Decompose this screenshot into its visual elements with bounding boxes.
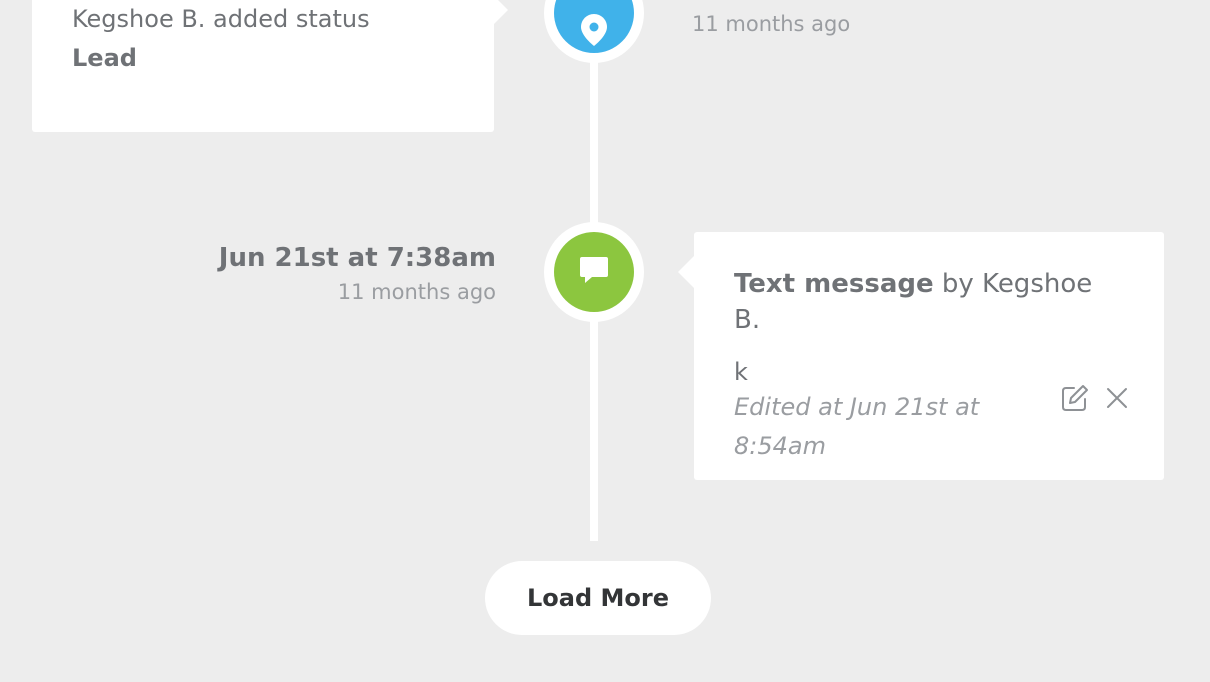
sms-event-edited: Edited at Jun 21st at 8:54am	[734, 393, 980, 460]
sms-event-meta: Jun 21st at 7:38am 11 months ago	[219, 238, 496, 306]
sms-event-marker-circle	[554, 232, 634, 312]
status-event-meta: 11 months ago	[692, 10, 850, 38]
load-more-button[interactable]: Load More	[485, 561, 711, 635]
status-event-value: Lead	[72, 44, 137, 72]
chat-bubble-icon	[579, 255, 609, 289]
sms-event-card: Text message by Kegshoe B. k Edited at J…	[678, 232, 1164, 480]
sms-event-relative-time: 11 months ago	[337, 280, 496, 304]
status-event-card: Kegshoe B. added status Lead	[32, 0, 508, 132]
close-icon	[1106, 387, 1128, 413]
sms-event-actions	[1060, 385, 1132, 415]
status-event-text: Kegshoe B. added status	[72, 5, 370, 33]
delete-button[interactable]	[1102, 385, 1132, 415]
status-event-marker-circle	[554, 0, 634, 53]
location-pin-icon	[581, 14, 607, 50]
status-event-marker	[544, 0, 644, 63]
sms-event-title-type: Text message	[734, 269, 934, 299]
status-event-relative-time: 11 months ago	[692, 12, 851, 36]
sms-event-marker	[544, 222, 644, 322]
sms-event-title: Text message by Kegshoe B.	[734, 266, 1124, 338]
sms-event-date: Jun 21st at 7:38am	[218, 243, 496, 273]
edit-icon	[1060, 383, 1090, 417]
edit-button[interactable]	[1060, 385, 1090, 415]
